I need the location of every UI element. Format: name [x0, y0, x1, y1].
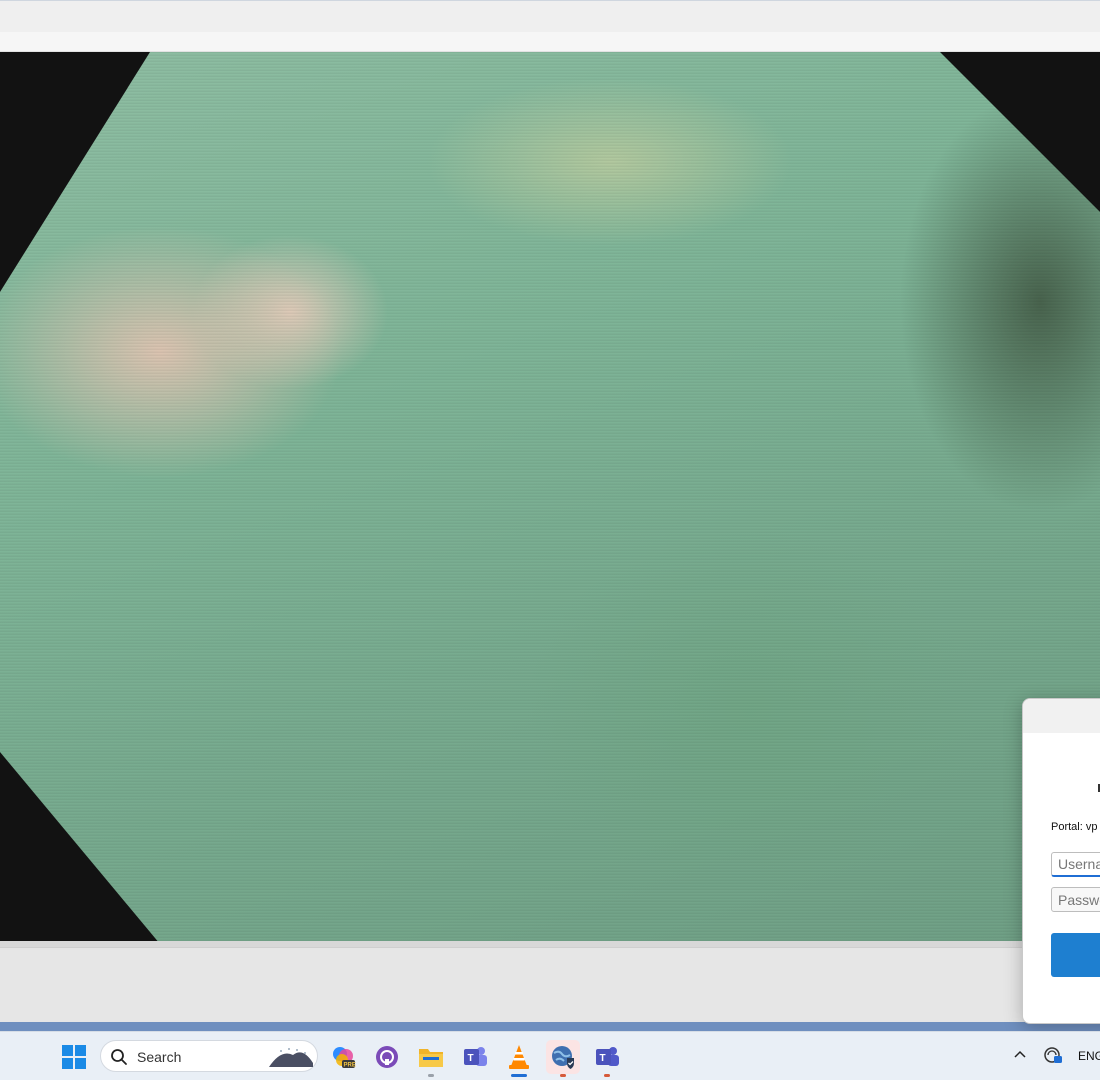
windows-logo-icon	[62, 1045, 86, 1069]
copilot-pre-icon[interactable]: PRE	[326, 1040, 360, 1074]
search-label: Search	[137, 1049, 182, 1065]
github-logo-icon	[376, 1046, 398, 1068]
svg-text:T: T	[468, 1053, 474, 1064]
globe-shield-icon	[552, 1046, 574, 1069]
password-input[interactable]	[1051, 887, 1100, 912]
network-sync-icon[interactable]	[1043, 1046, 1063, 1064]
teams-classic-icon[interactable]: T	[458, 1040, 492, 1074]
desktop-wallpaper-strip	[0, 1022, 1100, 1031]
sign-in-button[interactable]	[1051, 933, 1100, 977]
chevron-up-icon[interactable]	[1013, 1047, 1027, 1061]
copilot-logo-icon: PRE	[333, 1047, 356, 1069]
search-highlight-art-icon	[269, 1048, 313, 1067]
vpn-login-dialog: Portal: vp	[1022, 698, 1100, 1024]
teams-logo-icon: T	[596, 1047, 619, 1066]
attention-indicator	[560, 1074, 566, 1077]
vlc-icon[interactable]	[502, 1040, 536, 1077]
folder-icon	[419, 1049, 443, 1067]
taskbar: Search PRE T T ENG	[0, 1031, 1100, 1080]
endoscope-video-frame	[0, 52, 1100, 944]
teams-icon[interactable]: T	[590, 1040, 624, 1077]
vpn-client-icon[interactable]	[546, 1040, 580, 1077]
github-desktop-icon[interactable]	[370, 1040, 404, 1074]
window-title-bar[interactable]	[0, 0, 1100, 32]
running-indicator	[428, 1074, 434, 1077]
taskbar-search-box[interactable]: Search	[100, 1040, 318, 1072]
language-indicator[interactable]: ENG	[1078, 1049, 1100, 1063]
svg-text:T: T	[600, 1053, 606, 1064]
username-input[interactable]	[1051, 852, 1100, 877]
file-explorer-icon[interactable]	[414, 1040, 448, 1077]
start-button[interactable]	[60, 1043, 88, 1071]
search-icon	[111, 1049, 127, 1065]
focused-indicator	[511, 1074, 527, 1077]
portal-label: Portal: vp	[1051, 821, 1098, 833]
vlc-cone-icon	[509, 1045, 529, 1069]
toolbar-strip	[0, 32, 1100, 52]
video-viewport[interactable]	[0, 52, 1100, 944]
attention-indicator	[604, 1074, 610, 1077]
player-controls-bar[interactable]	[0, 947, 1100, 1022]
dialog-title-bar[interactable]	[1023, 699, 1100, 733]
svg-text:PRE: PRE	[344, 1063, 356, 1069]
teams-classic-logo-icon: T	[464, 1047, 487, 1066]
